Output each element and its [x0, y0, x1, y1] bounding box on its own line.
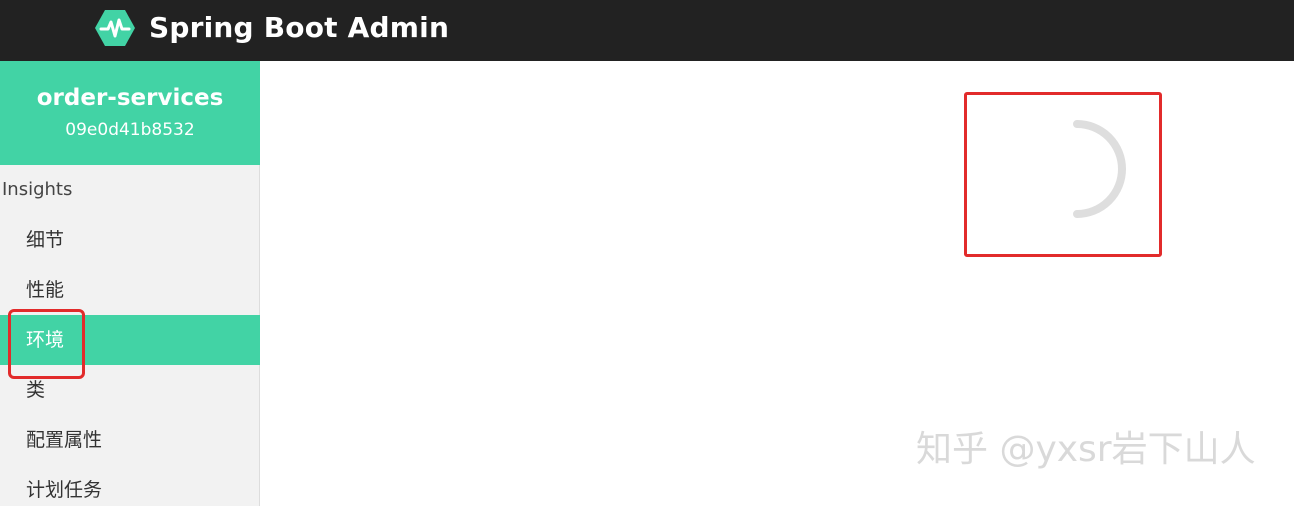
- brand[interactable]: Spring Boot Admin: [95, 8, 449, 48]
- sidebar-item-scheduled-tasks[interactable]: 计划任务: [0, 465, 260, 515]
- sidebar: order-services 09e0d41b8532 Insights 细节 …: [0, 61, 260, 506]
- sidebar-item-details[interactable]: 细节: [0, 215, 260, 265]
- sidebar-item-environment[interactable]: 环境: [0, 315, 260, 365]
- app-name: order-services: [36, 85, 224, 111]
- heartbeat-hexagon-icon: [95, 10, 135, 46]
- loading-spinner-icon: [1073, 120, 1126, 218]
- sidebar-nav: 细节 性能 环境 类 配置属性 计划任务: [0, 215, 260, 515]
- sidebar-item-classes[interactable]: 类: [0, 365, 260, 415]
- brand-title: Spring Boot Admin: [149, 11, 450, 44]
- spinner-annotation-box: [964, 92, 1162, 257]
- top-navbar: Spring Boot Admin: [0, 0, 1294, 61]
- app-id: 09e0d41b8532: [65, 120, 195, 140]
- watermark: 知乎 @yxsr岩下山人: [916, 429, 1256, 470]
- app-header: order-services 09e0d41b8532: [0, 61, 260, 165]
- sidebar-item-performance[interactable]: 性能: [0, 265, 260, 315]
- sidebar-item-config-properties[interactable]: 配置属性: [0, 415, 260, 465]
- section-label-insights: Insights: [2, 179, 73, 200]
